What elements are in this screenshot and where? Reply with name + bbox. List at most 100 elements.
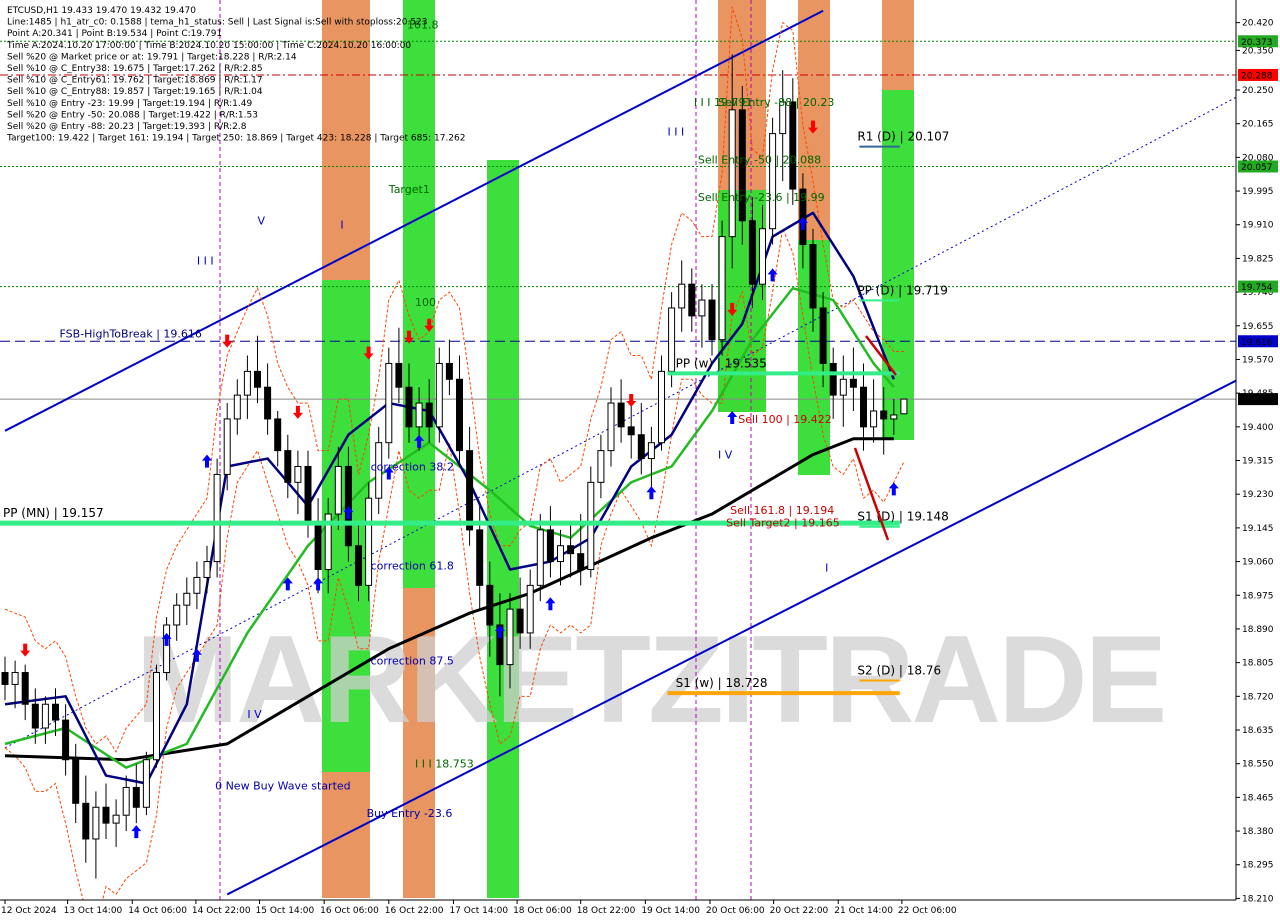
x-tick-label: 14 Oct 06:00 <box>128 906 187 916</box>
candle-body <box>900 398 908 415</box>
x-tick-label: 13 Oct 14:00 <box>64 906 123 916</box>
header-info-line: Sell %10 @ C_Entry61: 19.762 | Target:18… <box>7 76 263 86</box>
header-info-line: Point A:20.341 | Point B:19.534 | Point … <box>7 29 222 39</box>
candle-body <box>142 759 150 808</box>
orange-zone-10 <box>882 0 914 90</box>
header-info-line: Sell %20 @ Entry -88: 20.23 | Target:19.… <box>7 122 247 132</box>
candle-body <box>82 802 90 840</box>
candle-body <box>183 592 191 606</box>
candle <box>153 664 160 768</box>
candle-body <box>163 624 171 674</box>
candlestick-chart: MARKETZITRADE PP (MN) | 19.157PP (w) | 1… <box>0 0 1280 924</box>
y-tick-label: 20.350 <box>1242 46 1274 56</box>
wave-label: I <box>340 219 343 232</box>
candle-body <box>264 386 272 420</box>
chart-annotation: Sell Entry -88 | 20.23 <box>718 96 834 109</box>
candle-body <box>466 450 474 531</box>
price-tag-label: 19.754 <box>1241 283 1273 293</box>
pivot-level-label: R1 (D) | 20.107 <box>857 130 949 144</box>
candle-body <box>21 672 29 705</box>
candle-body <box>698 299 706 317</box>
candle-body <box>516 608 524 634</box>
candle-body <box>617 402 625 428</box>
candle-body <box>435 362 443 428</box>
wave-label: I V <box>718 449 733 462</box>
candle-body <box>678 283 686 309</box>
candle-body <box>203 561 211 578</box>
x-tick-label: 17 Oct 14:00 <box>449 906 508 916</box>
candle-body <box>132 786 140 808</box>
candle-body <box>102 806 110 824</box>
y-tick-label: 19.060 <box>1242 558 1274 568</box>
chart-annotation: Sell Entry -23.6 | 19.99 <box>698 191 825 204</box>
chart-annotation: Buy Entry -23.6 <box>367 807 453 820</box>
candle-body <box>304 465 312 523</box>
x-tick-label: 16 Oct 06:00 <box>320 906 379 916</box>
candle-body <box>597 450 605 483</box>
price-tag-label: 19.470 <box>1241 396 1273 406</box>
y-tick-label: 19.910 <box>1242 221 1274 231</box>
candle-body <box>405 386 413 428</box>
green-zone-3 <box>403 0 435 588</box>
candle-body <box>728 109 736 238</box>
candle-body <box>668 307 676 372</box>
chart-annotation: I I I 18.753 <box>415 758 474 771</box>
pivot-level-label: PP (MN) | 19.157 <box>3 506 104 520</box>
x-tick-label: 12 Oct 2024 <box>1 906 57 916</box>
candle-body <box>122 786 130 816</box>
y-tick-label: 19.995 <box>1242 187 1274 197</box>
candle-body <box>809 244 817 309</box>
x-tick-label: 18 Oct 06:00 <box>513 906 572 916</box>
candle <box>163 617 171 681</box>
candle-body <box>476 529 484 586</box>
wave-label: I V <box>247 708 262 721</box>
candle-body <box>41 703 49 729</box>
candle-body <box>153 672 160 761</box>
candle <box>142 751 150 816</box>
candle-body <box>294 465 302 483</box>
candle-body <box>536 529 544 586</box>
wave-label: I <box>825 561 828 574</box>
candle-body <box>334 465 342 515</box>
chart-annotation: Sell 100 | 19.422 <box>738 413 832 426</box>
candle-body <box>748 220 756 285</box>
x-tick-label: 15 Oct 14:00 <box>256 906 315 916</box>
candle-body <box>92 806 100 840</box>
candle-body <box>395 362 403 388</box>
y-tick-label: 19.825 <box>1242 254 1274 264</box>
candle-body <box>688 283 696 317</box>
candle-body <box>849 378 857 388</box>
candle-body <box>254 370 261 388</box>
y-tick-label: 20.250 <box>1242 86 1274 96</box>
y-tick-label: 18.890 <box>1242 625 1274 635</box>
price-tag-label: 20.288 <box>1241 71 1273 81</box>
y-tick-label: 18.210 <box>1242 894 1274 904</box>
y-tick-label: 19.315 <box>1242 457 1274 467</box>
x-tick-label: 14 Oct 22:00 <box>192 906 251 916</box>
candle-body <box>870 410 878 428</box>
x-tick-label: 16 Oct 22:00 <box>385 906 444 916</box>
y-tick-label: 18.465 <box>1242 793 1274 803</box>
candle-body <box>314 521 322 571</box>
candle-body <box>567 545 575 555</box>
candle-body <box>718 236 726 341</box>
chart-annotation: Sell 161.8 | 19.194 <box>730 504 834 517</box>
candle <box>213 458 221 578</box>
candle-body <box>1 672 9 685</box>
header-info-line: Sell %20 @ Entry -50: 20.088 | Target:19… <box>7 110 258 120</box>
candle <box>900 398 908 415</box>
y-tick-label: 18.805 <box>1242 659 1274 669</box>
candle-body <box>223 418 231 475</box>
pivot-level-label: S2 (D) | 18.76 <box>857 663 941 677</box>
candle-body <box>31 703 39 729</box>
chart-annotation: Sell Target2 | 19.165 <box>726 517 840 530</box>
candle-body <box>789 101 797 190</box>
candle <box>385 347 393 459</box>
chart-annotation: 0 New Buy Wave started <box>215 779 351 792</box>
header-info-line: Target100: 19.422 | Target 161: 19.194 |… <box>6 134 466 144</box>
candle-body <box>11 672 19 685</box>
header-info-line: Sell %10 @ Entry -23: 19.99 | Target:19.… <box>7 99 252 109</box>
header-info-line: Time A:2024.10.20 17:00:00 | Time B:2024… <box>6 41 411 51</box>
price-tag-label: 20.373 <box>1241 38 1273 48</box>
y-tick-label: 18.295 <box>1242 861 1274 871</box>
